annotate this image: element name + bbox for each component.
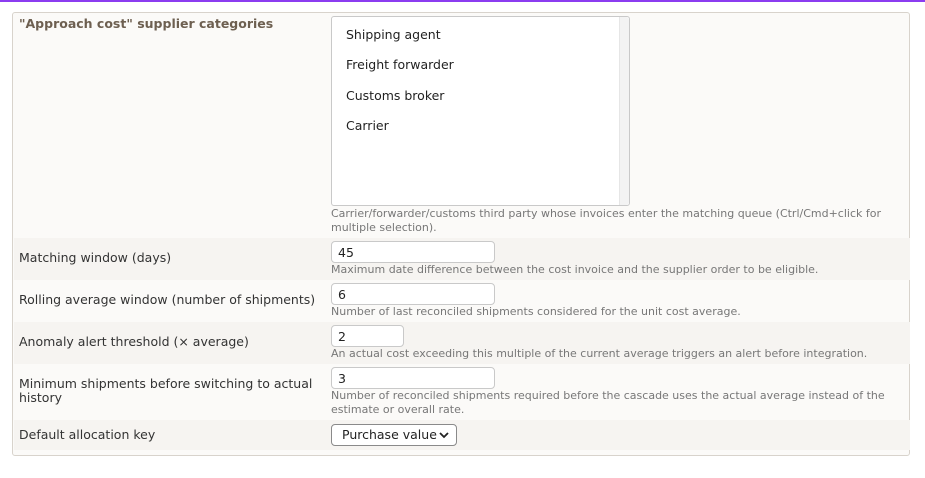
settings-panel: "Approach cost" supplier categories Ship… (12, 12, 910, 456)
min-shipments-label: Minimum shipments before switching to ac… (19, 377, 312, 405)
min-shipments-hint: Number of reconciled shipments required … (331, 389, 891, 417)
min-shipments-row: Minimum shipments before switching to ac… (14, 364, 910, 420)
matching-window-row: Matching window (days) Maximum date diff… (14, 238, 910, 280)
category-option-carrier[interactable]: Carrier (346, 118, 389, 133)
category-option-customs-broker[interactable]: Customs broker (346, 88, 444, 103)
categories-label: "Approach cost" supplier categories (19, 16, 274, 31)
anomaly-threshold-row: Anomaly alert threshold (× average) An a… (14, 322, 910, 364)
allocation-key-selected: Purchase value (342, 427, 437, 442)
rolling-average-row: Rolling average window (number of shipme… (14, 280, 910, 322)
min-shipments-input[interactable] (331, 367, 495, 389)
allocation-key-label: Default allocation key (19, 427, 156, 442)
allocation-key-row: Default allocation key Purchase value (14, 420, 910, 450)
categories-row: "Approach cost" supplier categories Ship… (14, 13, 910, 237)
anomaly-threshold-label: Anomaly alert threshold (× average) (19, 334, 249, 349)
category-option-freight-forwarder[interactable]: Freight forwarder (346, 57, 454, 72)
min-shipments-hint-line1: Number of reconciled shipments required … (331, 389, 885, 402)
category-option-shipping-agent[interactable]: Shipping agent (346, 27, 441, 42)
top-accent-bar (0, 0, 925, 2)
matching-window-input[interactable] (331, 241, 495, 263)
rolling-average-label: Rolling average window (number of shipme… (19, 292, 316, 307)
matching-window-label: Matching window (days) (19, 250, 172, 265)
min-shipments-hint-line2: estimate or overall rate. (331, 403, 465, 416)
categories-listbox[interactable]: Shipping agent Freight forwarder Customs… (331, 16, 630, 206)
matching-window-hint: Maximum date difference between the cost… (331, 263, 819, 276)
rolling-average-input[interactable] (331, 283, 495, 305)
anomaly-threshold-hint: An actual cost exceeding this multiple o… (331, 347, 868, 360)
categories-hint: Carrier/forwarder/customs third party wh… (331, 207, 882, 234)
rolling-average-hint: Number of last reconciled shipments cons… (331, 305, 741, 318)
allocation-key-select[interactable]: Purchase value (331, 424, 457, 446)
anomaly-threshold-input[interactable] (331, 325, 404, 347)
min-shipments-label-line1: Minimum shipments before switching to ac… (19, 376, 313, 391)
min-shipments-label-line2: history (19, 390, 62, 405)
chevron-down-icon (439, 432, 449, 439)
listbox-scrollbar[interactable] (619, 17, 629, 205)
